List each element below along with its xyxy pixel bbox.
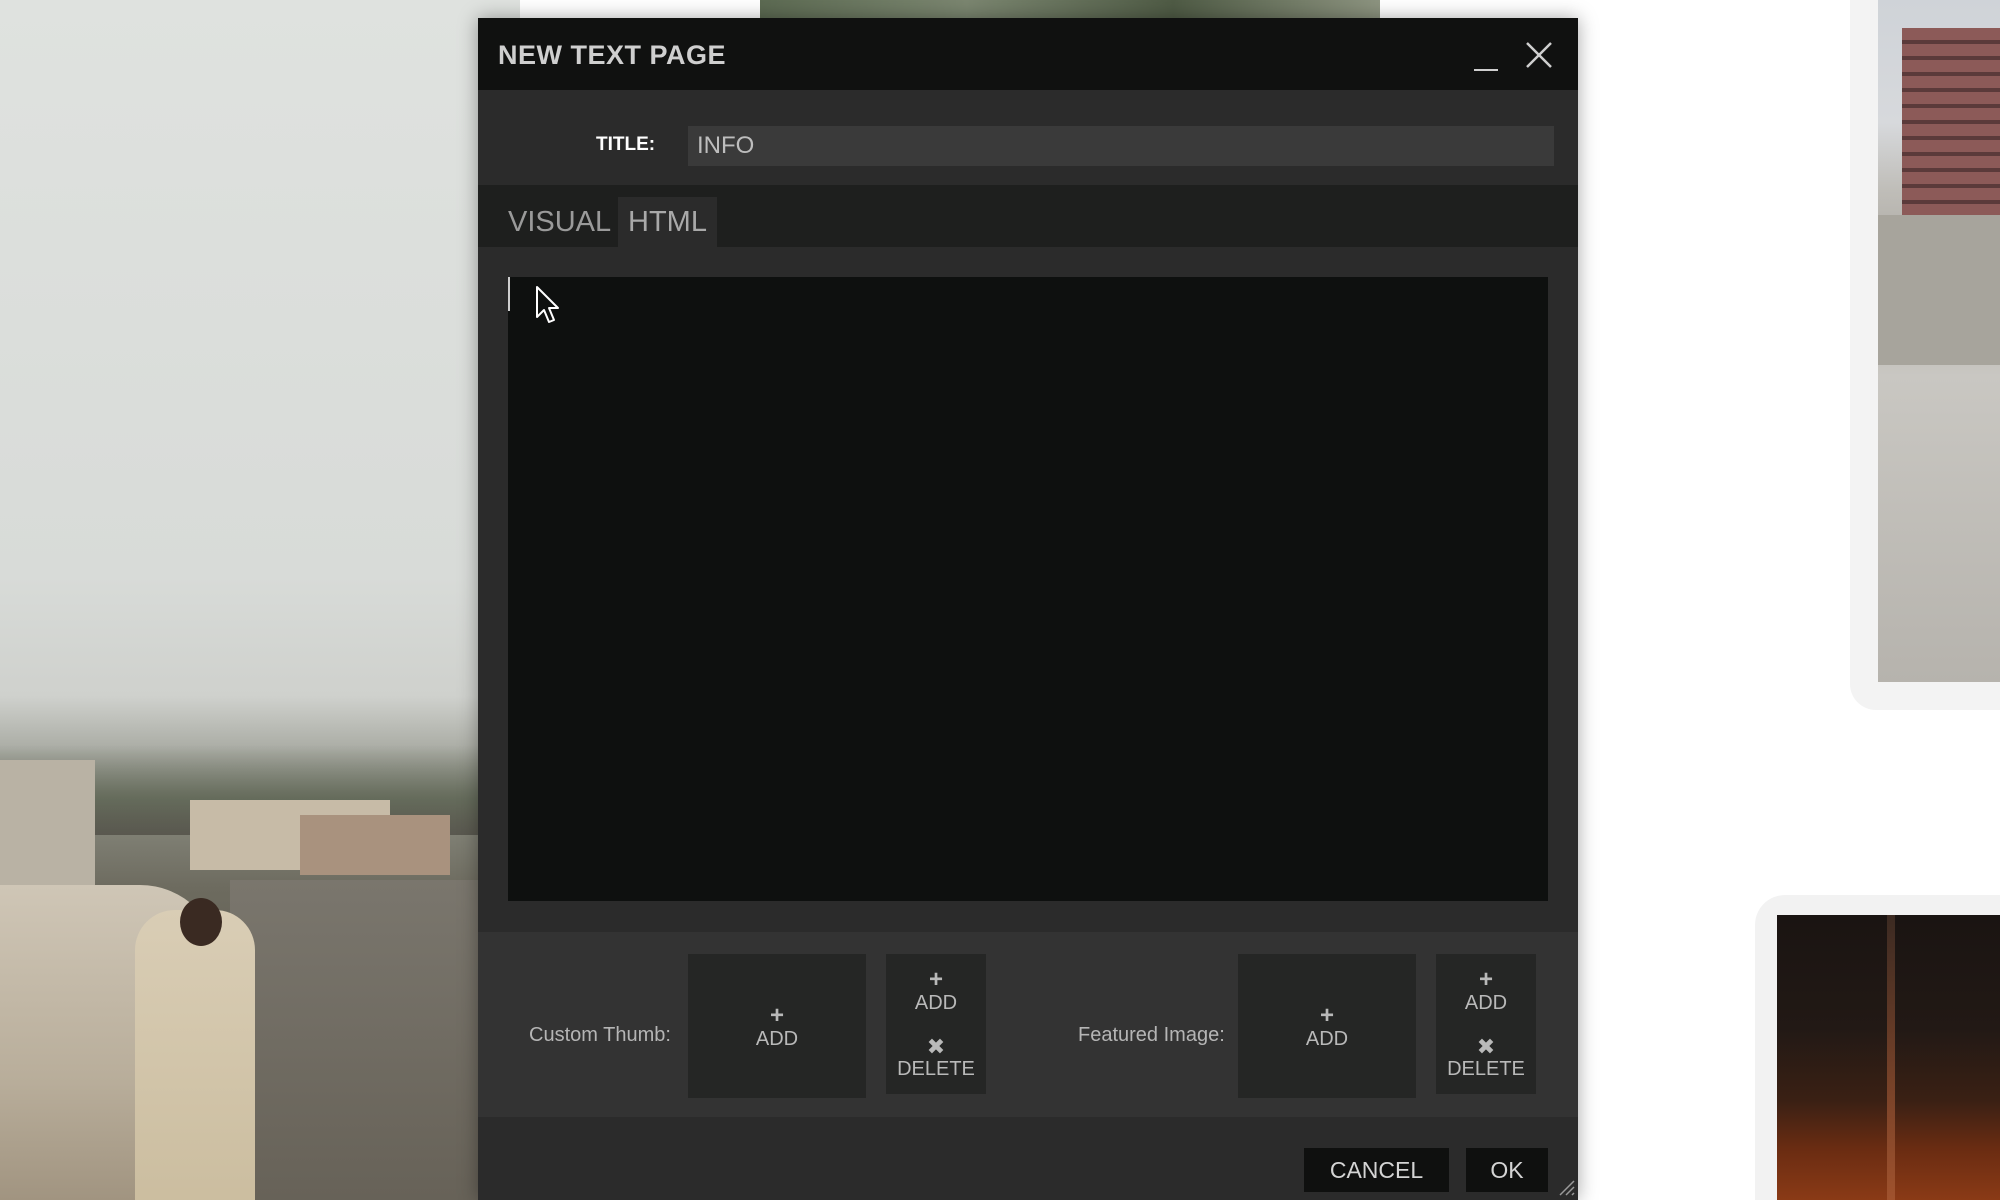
custom-thumb-add-button[interactable]: + ADD	[886, 966, 986, 1015]
plus-icon: +	[1478, 966, 1493, 993]
featured-image-delete-button[interactable]: ✖ DELETE	[1436, 1034, 1536, 1081]
cancel-button[interactable]: CANCEL	[1304, 1148, 1449, 1192]
minimize-icon[interactable]	[1470, 40, 1504, 74]
featured-image-label: Featured Image:	[1078, 1024, 1225, 1046]
media-row: Custom Thumb: + ADD + ADD ✖ DELETE Featu…	[478, 932, 1578, 1117]
x-icon: ✖	[1476, 1034, 1496, 1059]
html-editor-textarea[interactable]	[508, 277, 1548, 901]
editor-tab-bar: VISUAL HTML	[478, 185, 1578, 247]
photo-building	[300, 815, 450, 875]
featured-image-delete-label: DELETE	[1447, 1058, 1525, 1080]
custom-thumb-add-label: ADD	[755, 1028, 799, 1050]
plus-icon: +	[928, 966, 943, 993]
dialog-title: NEW TEXT PAGE	[498, 40, 727, 70]
photo-person-head	[180, 898, 222, 946]
close-icon[interactable]	[1522, 38, 1556, 72]
photo-wall	[1878, 215, 2000, 365]
background-photo-right-top	[1850, 0, 2000, 710]
featured-image-add-label: ADD	[1305, 1028, 1349, 1050]
photo-pole	[1887, 915, 1895, 1200]
plus-icon: +	[1319, 1002, 1334, 1029]
editor-wrapper	[478, 247, 1578, 932]
text-caret	[508, 277, 510, 311]
featured-image-add-area[interactable]: + ADD	[1238, 954, 1416, 1098]
custom-thumb-delete-button[interactable]: ✖ DELETE	[886, 1034, 986, 1081]
dialog-titlebar: NEW TEXT PAGE	[478, 18, 1578, 90]
tab-html[interactable]: HTML	[618, 197, 717, 247]
custom-thumb-delete-label: DELETE	[897, 1058, 975, 1080]
custom-thumb-actions: + ADD ✖ DELETE	[886, 954, 986, 1094]
photo-road	[230, 880, 520, 1200]
resize-grip-icon[interactable]	[1556, 1177, 1576, 1197]
x-icon: ✖	[926, 1034, 946, 1059]
featured-image-add-button-label: ADD	[1464, 992, 1508, 1014]
title-label: TITLE:	[596, 134, 656, 155]
new-text-page-dialog: NEW TEXT PAGE TITLE: VISUAL HTML Custom …	[478, 18, 1578, 1200]
photo-tower	[1902, 28, 2000, 218]
custom-thumb-add-area[interactable]: + ADD	[688, 954, 866, 1098]
background-photo-left	[0, 0, 520, 1200]
tab-visual[interactable]: VISUAL	[498, 197, 621, 247]
custom-thumb-label: Custom Thumb:	[529, 1024, 671, 1046]
custom-thumb-add-button-label: ADD	[914, 992, 958, 1014]
background-photo-right-bottom	[1755, 895, 2000, 1200]
featured-image-actions: + ADD ✖ DELETE	[1436, 954, 1536, 1094]
plus-icon: +	[769, 1002, 784, 1029]
ok-button[interactable]: OK	[1466, 1148, 1548, 1192]
dialog-footer: CANCEL OK	[478, 1117, 1578, 1200]
mouse-pointer-icon	[535, 285, 561, 325]
featured-image-add-button[interactable]: + ADD	[1436, 966, 1536, 1015]
title-input[interactable]	[688, 126, 1554, 166]
title-row: TITLE:	[478, 90, 1578, 185]
photo-person	[135, 910, 255, 1200]
photo-building	[0, 760, 95, 890]
